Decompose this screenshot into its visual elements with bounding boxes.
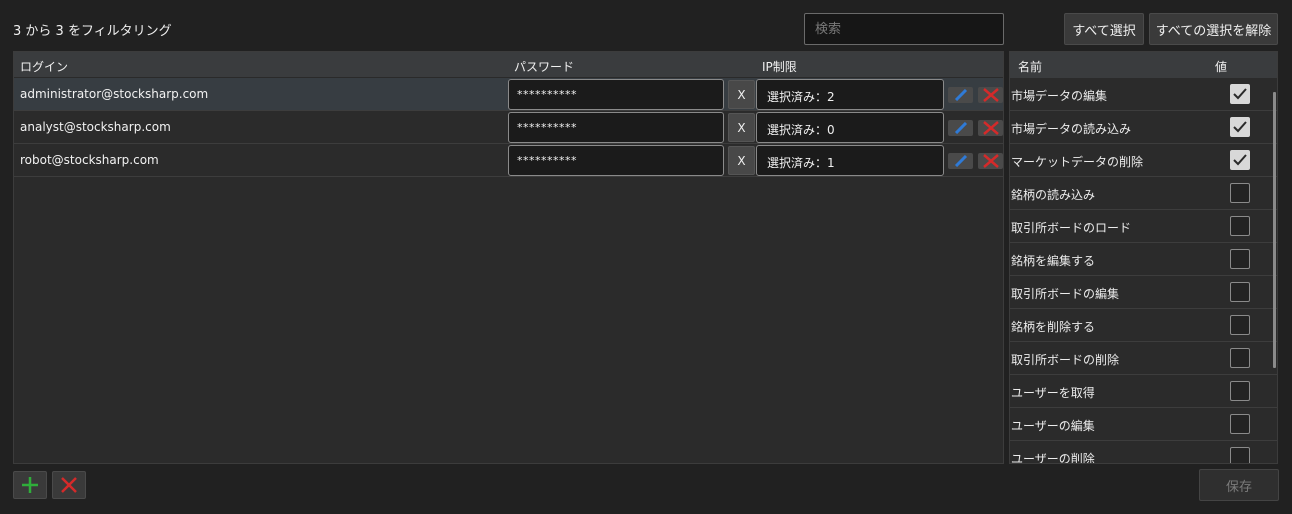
clear-password-button[interactable]: X xyxy=(728,80,755,109)
filter-status: 3 から 3 をフィルタリング xyxy=(13,24,172,39)
ip-restriction-field[interactable]: 選択済み：1 xyxy=(756,145,944,176)
permission-name: ユーザーの削除 xyxy=(1011,452,1095,464)
deselect-all-button[interactable]: すべての選択を解除 xyxy=(1149,13,1278,45)
permission-row[interactable]: 銘柄を編集する xyxy=(1010,243,1277,276)
permission-checkbox[interactable] xyxy=(1230,348,1250,368)
permission-name: ユーザーの編集 xyxy=(1011,419,1095,433)
permission-row[interactable]: 取引所ボードの編集 xyxy=(1010,276,1277,309)
delete-user-button[interactable] xyxy=(978,87,1003,103)
column-header-password[interactable]: パスワード xyxy=(514,58,574,75)
permission-row[interactable]: マーケットデータの削除 xyxy=(1010,144,1277,177)
permissions-grid: 名前 値 市場データの編集市場データの読み込み マーケットデータの削除 銘柄の読み込… xyxy=(1009,51,1278,464)
permission-checkbox[interactable] xyxy=(1230,150,1250,170)
permission-row[interactable]: ユーザーの削除 xyxy=(1010,441,1277,464)
close-icon xyxy=(982,154,999,168)
permission-checkbox[interactable] xyxy=(1230,447,1250,463)
search-input[interactable] xyxy=(804,13,1004,45)
column-header-name[interactable]: 名前 xyxy=(1018,58,1042,75)
permission-row[interactable]: 取引所ボードのロード xyxy=(1010,210,1277,243)
plus-icon xyxy=(22,477,38,493)
permission-name: ユーザーを取得 xyxy=(1011,386,1095,400)
add-user-button[interactable] xyxy=(13,471,47,499)
user-row[interactable]: administrator@stocksharp.com ********** … xyxy=(14,78,1003,111)
close-icon xyxy=(982,88,999,102)
save-button[interactable]: 保存 xyxy=(1199,469,1279,501)
permission-checkbox[interactable] xyxy=(1230,315,1250,335)
pencil-icon xyxy=(954,122,967,134)
permission-checkbox[interactable] xyxy=(1230,249,1250,269)
checkmark-icon xyxy=(1233,154,1247,166)
permission-checkbox[interactable] xyxy=(1230,414,1250,434)
users-grid-header: ログイン パスワード IP制限 xyxy=(14,52,1003,78)
permission-name: 取引所ボードのロード xyxy=(1011,221,1132,235)
users-grid: ログイン パスワード IP制限 administrator@stocksharp… xyxy=(13,51,1004,464)
permission-name: 取引所ボードの編集 xyxy=(1011,287,1120,301)
password-field[interactable]: ********** xyxy=(508,145,724,176)
user-login: analyst@stocksharp.com xyxy=(20,120,171,134)
permission-name: 市場データの読み込み xyxy=(1011,122,1132,136)
permission-checkbox[interactable] xyxy=(1230,216,1250,236)
permission-name: マーケットデータの削除 xyxy=(1011,155,1144,169)
permission-checkbox[interactable] xyxy=(1230,84,1250,104)
permissions-grid-header: 名前 値 xyxy=(1010,52,1277,78)
clear-password-button[interactable]: X xyxy=(728,113,755,142)
permission-row[interactable]: ユーザーの編集 xyxy=(1010,408,1277,441)
pencil-icon xyxy=(954,89,967,101)
checkmark-icon xyxy=(1233,88,1247,100)
pencil-icon xyxy=(954,155,967,167)
ip-restriction-field[interactable]: 選択済み：0 xyxy=(756,112,944,143)
column-header-login[interactable]: ログイン xyxy=(20,58,68,75)
permission-checkbox[interactable] xyxy=(1230,117,1250,137)
edit-user-button[interactable] xyxy=(948,153,973,169)
permission-name: 銘柄の読み込み xyxy=(1011,188,1096,202)
clear-password-button[interactable]: X xyxy=(728,146,755,175)
permission-row[interactable]: 市場データの編集 xyxy=(1010,78,1277,111)
permissions-scrollbar[interactable] xyxy=(1273,92,1276,368)
user-login: robot@stocksharp.com xyxy=(20,153,159,167)
permission-row[interactable]: 取引所ボードの削除 xyxy=(1010,342,1277,375)
permission-row[interactable]: 銘柄の読み込み xyxy=(1010,177,1277,210)
edit-user-button[interactable] xyxy=(948,87,973,103)
permission-name: 市場データの編集 xyxy=(1011,89,1108,103)
close-icon xyxy=(61,477,77,493)
permission-row[interactable]: 市場データの読み込み xyxy=(1010,111,1277,144)
column-header-ip[interactable]: IP制限 xyxy=(762,58,797,75)
delete-user-button[interactable] xyxy=(978,120,1003,136)
permission-name: 銘柄を編集する xyxy=(1011,254,1096,268)
select-all-button[interactable]: すべて選択 xyxy=(1064,13,1144,45)
user-row[interactable]: robot@stocksharp.com ********** X 選択済み：1 xyxy=(14,144,1003,177)
ip-restriction-field[interactable]: 選択済み：2 xyxy=(756,79,944,110)
user-login: administrator@stocksharp.com xyxy=(20,87,209,101)
permission-name: 取引所ボードの削除 xyxy=(1011,353,1120,367)
permission-checkbox[interactable] xyxy=(1230,282,1250,302)
permission-checkbox[interactable] xyxy=(1230,183,1250,203)
remove-user-button[interactable] xyxy=(52,471,86,499)
password-field[interactable]: ********** xyxy=(508,112,724,143)
permission-name: 銘柄を削除する xyxy=(1011,320,1096,334)
password-field[interactable]: ********** xyxy=(508,79,724,110)
user-row[interactable]: analyst@stocksharp.com ********** X 選択済み… xyxy=(14,111,1003,144)
delete-user-button[interactable] xyxy=(978,153,1003,169)
permission-checkbox[interactable] xyxy=(1230,381,1250,401)
permission-row[interactable]: 銘柄を削除する xyxy=(1010,309,1277,342)
checkmark-icon xyxy=(1233,121,1247,133)
close-icon xyxy=(982,121,999,135)
edit-user-button[interactable] xyxy=(948,120,973,136)
permission-row[interactable]: ユーザーを取得 xyxy=(1010,375,1277,408)
column-header-value[interactable]: 値 xyxy=(1215,58,1227,75)
